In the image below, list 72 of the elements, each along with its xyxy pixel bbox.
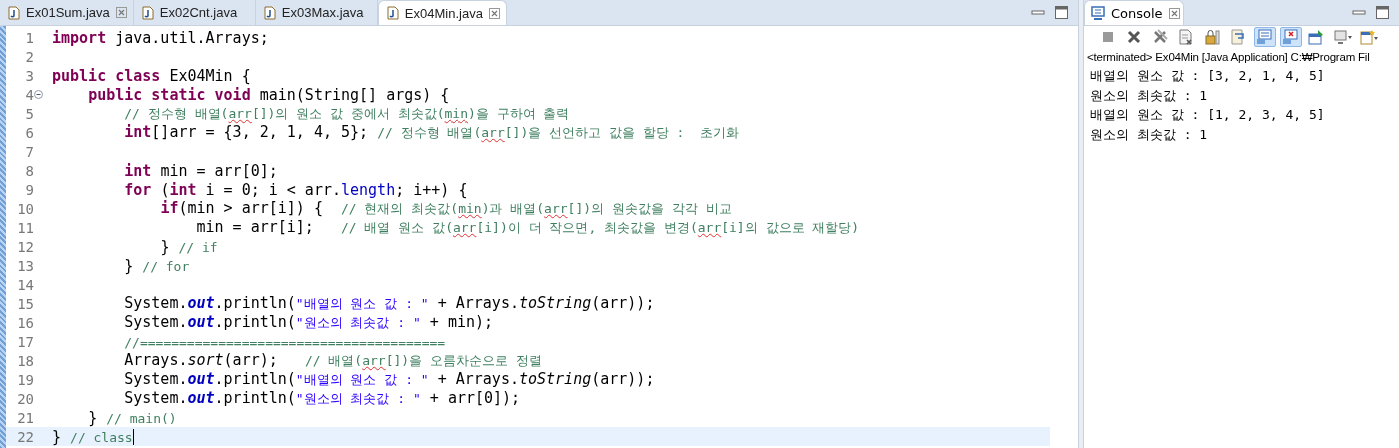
code-line: // 정수형 배열(arr[])의 원소 값 중에서 최솟값(min)을 구하여 출력 (123, 105, 570, 123)
line-number: 22 (16, 428, 34, 445)
code-line: } // if (159, 237, 218, 256)
code-line: //======================================= (123, 333, 446, 351)
editor-tab[interactable]: Ex01Sum.java (0, 0, 134, 25)
line-number: 11 (16, 219, 34, 236)
line-number: 6 (24, 124, 34, 141)
lock-icon (1203, 28, 1223, 46)
code-line: import java.util.Arrays; (52, 28, 269, 47)
line-number: 14 (16, 276, 34, 293)
code-line: System.out.println("배열의 원소 값 : " + Arrays.toString(arr)); (123, 294, 655, 313)
line-number: 13 (16, 257, 34, 274)
stderr-icon (1281, 28, 1301, 46)
code-line: } // class (52, 427, 134, 446)
code-line: int[]arr = {3, 2, 1, 4, 5}; // 정수형 배열(arr[])을 선언하고 값을 할당 : 초기화 (123, 123, 740, 142)
code-line: } // main() (87, 408, 177, 427)
code-line: public class Ex04Min { (52, 66, 251, 85)
collapse-icon[interactable] (34, 90, 43, 99)
code-line: public static void main(String[] args) { (87, 85, 450, 104)
code-line: if(min > arr[i]) { // 현재의 최솟값(min)과 배열(arr[])의 원솟값을 각각 비교 (159, 199, 732, 218)
java-file-icon (263, 5, 276, 20)
line-number: 9 (24, 181, 34, 198)
close-icon[interactable] (115, 7, 127, 18)
console-icon (1091, 6, 1105, 20)
line-number: 4 (24, 86, 34, 103)
line-number: 8 (24, 162, 34, 179)
console-output-line: 배열의 원소 값 : [1, 2, 3, 4, 5] (1089, 106, 1326, 124)
line-number: 20 (16, 390, 34, 407)
line-number: 5 (24, 105, 34, 122)
console-output-line: 원소의 최솟값 : 1 (1089, 125, 1209, 144)
line-number: 16 (16, 314, 34, 331)
code-line: System.out.println("배열의 원소 값 : " + Arrays.toString(arr)); (123, 370, 655, 389)
editor-tab[interactable]: Ex04Min.java (377, 0, 507, 25)
line-number: 2 (24, 48, 34, 65)
stdout-icon (1255, 28, 1275, 46)
console-output-line: 배열의 원소 값 : [3, 2, 1, 4, 5] (1089, 67, 1326, 85)
line-number: 19 (16, 371, 34, 388)
line-number: 10 (16, 200, 34, 217)
code-line: } // for (123, 256, 190, 275)
minimize-icon[interactable] (1031, 7, 1045, 18)
editor-tab[interactable]: Ex02Cnt.java (133, 0, 256, 25)
code-line: System.out.println("원소의 최솟값 : " + min); (123, 313, 494, 332)
code-line: min = arr[i]; // 배열 원소 값(arr[i])이 더 작으면, 최솟값을 변경(arr[i]의 값으로 재할당) (195, 218, 860, 237)
console-status: <terminated> Ex04Min [Java Application] C:₩Program Fil (1086, 50, 1371, 65)
line-number: 1 (24, 29, 34, 46)
console-tab[interactable]: Console (1084, 0, 1184, 25)
line-number: 7 (24, 143, 34, 160)
console-output-line: 원소의 최솟값 : 1 (1089, 86, 1209, 105)
close-icon[interactable] (488, 7, 500, 19)
open-icon (1359, 28, 1379, 46)
display-icon (1333, 28, 1353, 46)
line-number: 3 (24, 67, 34, 84)
java-file-icon (386, 6, 399, 20)
maximize-icon[interactable] (1055, 6, 1068, 19)
display-tool[interactable] (1332, 27, 1354, 47)
code-line: int min = arr[0]; (123, 161, 278, 180)
minimize-icon[interactable] (1352, 7, 1366, 18)
stderr-tool[interactable] (1280, 27, 1302, 47)
line-number: 15 (16, 295, 34, 312)
close-icon[interactable] (1168, 7, 1180, 19)
editor-tab[interactable]: Ex03Max.java (255, 0, 378, 25)
line-number: 12 (16, 238, 34, 255)
java-file-icon (141, 5, 154, 20)
stdout-tool[interactable] (1254, 27, 1276, 47)
code-line: for (int i = 0; i < arr.length; i++) { (123, 180, 468, 199)
java-file-icon (8, 5, 20, 20)
maximize-icon[interactable] (1376, 6, 1389, 19)
line-number: 21 (16, 409, 34, 426)
line-number: 18 (16, 352, 34, 369)
code-line: System.out.println("원소의 최솟값 : " + arr[0]); (123, 389, 521, 408)
line-number: 17 (16, 333, 34, 350)
code-line: Arrays.sort(arr); // 배열(arr[])을 오름차순으로 정렬 (123, 351, 542, 370)
